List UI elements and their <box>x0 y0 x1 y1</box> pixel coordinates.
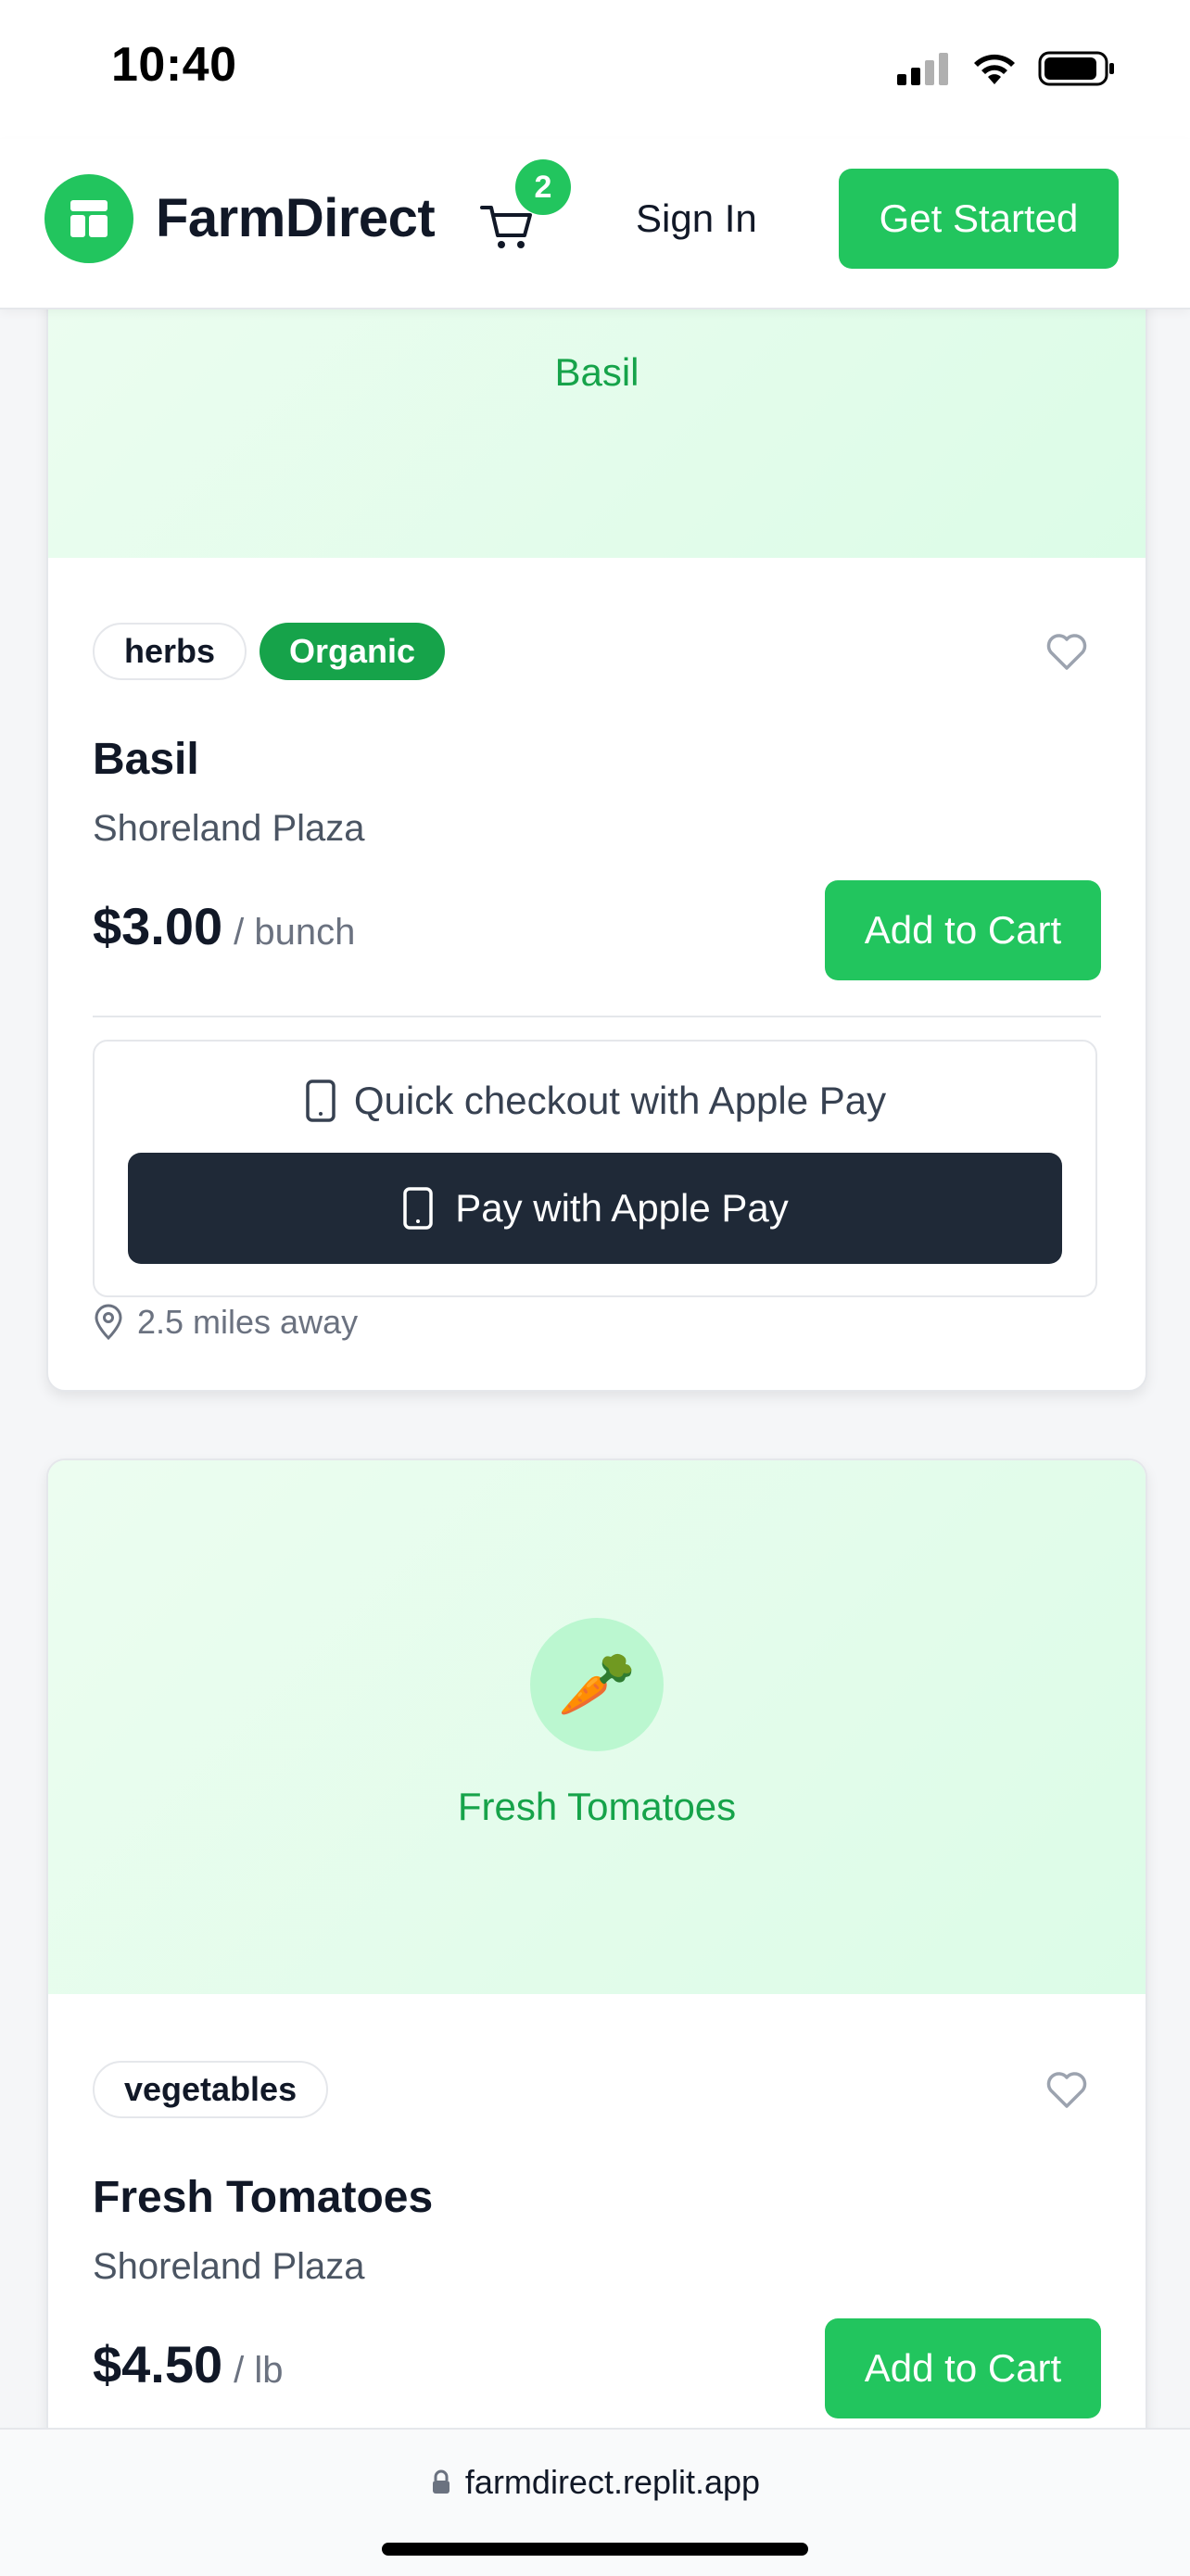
favorite-heart-icon[interactable] <box>1044 2066 1090 2113</box>
brand-name[interactable]: FarmDirect <box>156 187 436 249</box>
sign-in-link[interactable]: Sign In <box>636 196 757 241</box>
product-price: $3.00 <box>93 897 223 955</box>
carrot-icon: 🥕 <box>557 1649 637 1720</box>
map-pin-icon <box>95 1304 122 1341</box>
product-emoji-circle: 🥕 <box>530 1618 664 1751</box>
battery-icon <box>1038 51 1114 86</box>
product-card: Basil herbs Organic Basil Shoreland Plaz… <box>46 232 1147 1392</box>
organic-badge: Organic <box>260 623 446 680</box>
lock-icon <box>432 2469 449 2494</box>
product-location: Shoreland Plaza <box>93 2246 365 2287</box>
favorite-heart-icon[interactable] <box>1044 628 1090 675</box>
category-tag: vegetables <box>93 2061 329 2118</box>
price-row: $4.50 / lb <box>93 2334 284 2394</box>
apple-pay-section: Quick checkout with Apple Pay Pay with A… <box>93 1040 1097 1297</box>
storefront-icon <box>70 200 108 237</box>
add-to-cart-button[interactable]: Add to Cart <box>825 2318 1101 2418</box>
url-row[interactable]: farmdirect.replit.app <box>0 2463 1190 2502</box>
product-list: Basil herbs Organic Basil Shoreland Plaz… <box>0 0 1190 2574</box>
product-hero-label: Fresh Tomatoes <box>457 1785 737 1828</box>
cellular-signal-icon <box>897 53 948 85</box>
wifi-icon <box>974 54 1015 84</box>
category-tag: herbs <box>93 623 247 680</box>
product-name: Fresh Tomatoes <box>93 2173 434 2222</box>
browser-url-bar[interactable]: farmdirect.replit.app <box>0 2428 1190 2576</box>
apple-pay-button[interactable]: Pay with Apple Pay <box>128 1153 1062 1264</box>
apple-pay-label: Pay with Apple Pay <box>455 1186 789 1230</box>
logo-badge[interactable] <box>44 174 133 263</box>
smartphone-icon <box>403 1187 433 1230</box>
site-header: FarmDirect 2 Sign In Get Started <box>0 139 1190 309</box>
home-indicator[interactable] <box>382 2543 808 2556</box>
url-text[interactable]: farmdirect.replit.app <box>465 2463 760 2502</box>
distance-text: 2.5 miles away <box>137 1303 359 1341</box>
product-card: 🥕 Fresh Tomatoes vegetables Fresh Tomato… <box>46 1458 1147 2519</box>
product-unit: / lb <box>234 2350 284 2391</box>
product-location: Shoreland Plaza <box>93 808 365 849</box>
product-unit: / bunch <box>234 912 356 953</box>
status-bar: 10:40 <box>0 0 1190 139</box>
status-time: 10:40 <box>111 38 237 92</box>
product-hero: 🥕 Fresh Tomatoes <box>48 1460 1146 1994</box>
add-to-cart-button[interactable]: Add to Cart <box>825 880 1101 980</box>
divider <box>93 1016 1101 1017</box>
product-hero-label: Basil <box>554 350 639 394</box>
quick-checkout-hint: Quick checkout with Apple Pay <box>95 1079 1095 1123</box>
price-row: $3.00 / bunch <box>93 896 355 956</box>
status-icons <box>895 48 1116 89</box>
get-started-button[interactable]: Get Started <box>839 169 1119 269</box>
smartphone-icon <box>306 1080 335 1122</box>
product-name: Basil <box>93 735 199 784</box>
cart-count-badge: 2 <box>515 159 571 215</box>
product-price: $4.50 <box>93 2335 223 2393</box>
quick-checkout-label: Quick checkout with Apple Pay <box>353 1079 887 1122</box>
distance-info: 2.5 miles away <box>93 1303 358 1342</box>
